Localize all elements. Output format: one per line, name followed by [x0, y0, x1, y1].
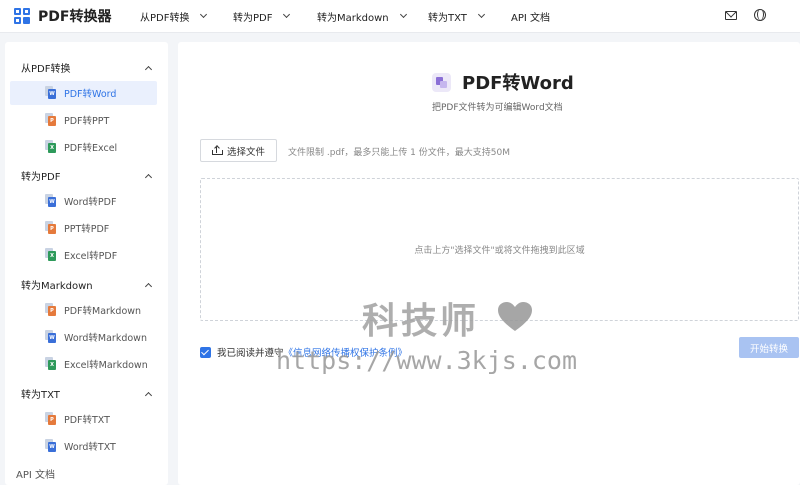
word-file-icon: W: [45, 86, 56, 99]
pdf-file-icon: P: [45, 303, 56, 316]
file-limit-text: 文件限制 .pdf，最多只能上传 1 份文件，最大支持50M: [288, 148, 510, 158]
sidebar-group-from-pdf[interactable]: 从PDF转换: [21, 60, 153, 75]
page-subtitle: 把PDF文件转为可编辑Word文档: [432, 103, 563, 113]
ppt-file-icon: P: [45, 221, 56, 234]
globe-icon[interactable]: [754, 9, 766, 21]
main-nav: 从PDF转换 转为PDF 转为Markdown 转为TXT API 文档: [140, 0, 550, 33]
page-header: PDF转Word: [432, 69, 574, 95]
word-file-icon: W: [45, 194, 56, 207]
mail-icon[interactable]: [725, 10, 737, 20]
word-file-icon: W: [45, 439, 56, 452]
sidebar-group-to-txt[interactable]: 转为TXT: [21, 386, 153, 401]
app-name: PDF转换器: [38, 9, 112, 25]
nav-api-doc[interactable]: API 文档: [511, 0, 550, 33]
agreement-text: 我已阅读并遵守: [217, 348, 284, 359]
sidebar-item-word-to-pdf[interactable]: W Word转PDF: [10, 189, 157, 213]
file-dropzone[interactable]: 点击上方"选择文件"或将文件拖拽到此区域: [200, 178, 799, 321]
nav-from-pdf[interactable]: 从PDF转换: [140, 0, 233, 33]
dropzone-hint: 点击上方"选择文件"或将文件拖拽到此区域: [414, 246, 585, 256]
excel-file-icon: X: [45, 140, 56, 153]
watermark-url: https://www.3kjs.com: [276, 346, 578, 375]
sidebar-api-doc[interactable]: API 文档: [16, 466, 55, 481]
pdf-file-icon: P: [45, 412, 56, 425]
logo-icon: [14, 8, 30, 24]
top-navbar: PDF转换器 从PDF转换 转为PDF 转为Markdown 转为TXT API…: [0, 0, 800, 33]
excel-file-icon: X: [45, 357, 56, 370]
chevron-down-icon: [477, 10, 485, 19]
app-logo[interactable]: PDF转换器: [14, 6, 140, 26]
chevron-down-icon: [200, 10, 208, 19]
main-panel: PDF转Word 把PDF文件转为可编辑Word文档 选择文件 文件限制 .pd…: [178, 42, 800, 485]
select-file-button[interactable]: 选择文件: [200, 139, 277, 162]
nav-to-markdown[interactable]: 转为Markdown: [317, 0, 428, 33]
sidebar-item-pdf-to-word[interactable]: W PDF转Word: [10, 81, 157, 105]
upload-icon: [211, 146, 223, 155]
convert-icon: [432, 72, 451, 92]
sidebar-item-word-to-txt[interactable]: W Word转TXT: [10, 434, 157, 458]
heart-icon: [498, 302, 532, 331]
chevron-up-icon: [144, 65, 153, 73]
sidebar-group-to-pdf[interactable]: 转为PDF: [21, 168, 153, 183]
nav-to-txt[interactable]: 转为TXT: [428, 0, 511, 33]
excel-file-icon: X: [45, 248, 56, 261]
agreement-checkbox[interactable]: [200, 346, 211, 358]
nav-to-pdf[interactable]: 转为PDF: [233, 0, 317, 33]
chevron-up-icon: [144, 391, 153, 399]
watermark-title: 科技师: [362, 301, 480, 342]
chevron-up-icon: [144, 282, 153, 290]
chevron-down-icon: [399, 10, 407, 19]
page-title: PDF转Word: [462, 73, 574, 94]
sidebar-item-pdf-to-txt[interactable]: P PDF转TXT: [10, 407, 157, 431]
sidebar-item-ppt-to-pdf[interactable]: P PPT转PDF: [10, 216, 157, 240]
chevron-up-icon: [144, 173, 153, 181]
sidebar-item-pdf-to-ppt[interactable]: P PDF转PPT: [10, 108, 157, 132]
sidebar-item-excel-to-markdown[interactable]: X Excel转Markdown: [10, 352, 157, 376]
sidebar-item-word-to-markdown[interactable]: W Word转Markdown: [10, 325, 157, 349]
sidebar-item-pdf-to-excel[interactable]: X PDF转Excel: [10, 135, 157, 159]
sidebar-item-excel-to-pdf[interactable]: X Excel转PDF: [10, 243, 157, 267]
sidebar-item-pdf-to-markdown[interactable]: P PDF转Markdown: [10, 298, 157, 322]
start-convert-button[interactable]: 开始转换: [739, 337, 799, 358]
chevron-down-icon: [283, 10, 291, 19]
sidebar: 从PDF转换 W PDF转Word P PDF转PPT X PDF转Excel …: [5, 42, 168, 485]
word-file-icon: W: [45, 330, 56, 343]
ppt-file-icon: P: [45, 113, 56, 126]
sidebar-group-to-markdown[interactable]: 转为Markdown: [21, 277, 153, 292]
